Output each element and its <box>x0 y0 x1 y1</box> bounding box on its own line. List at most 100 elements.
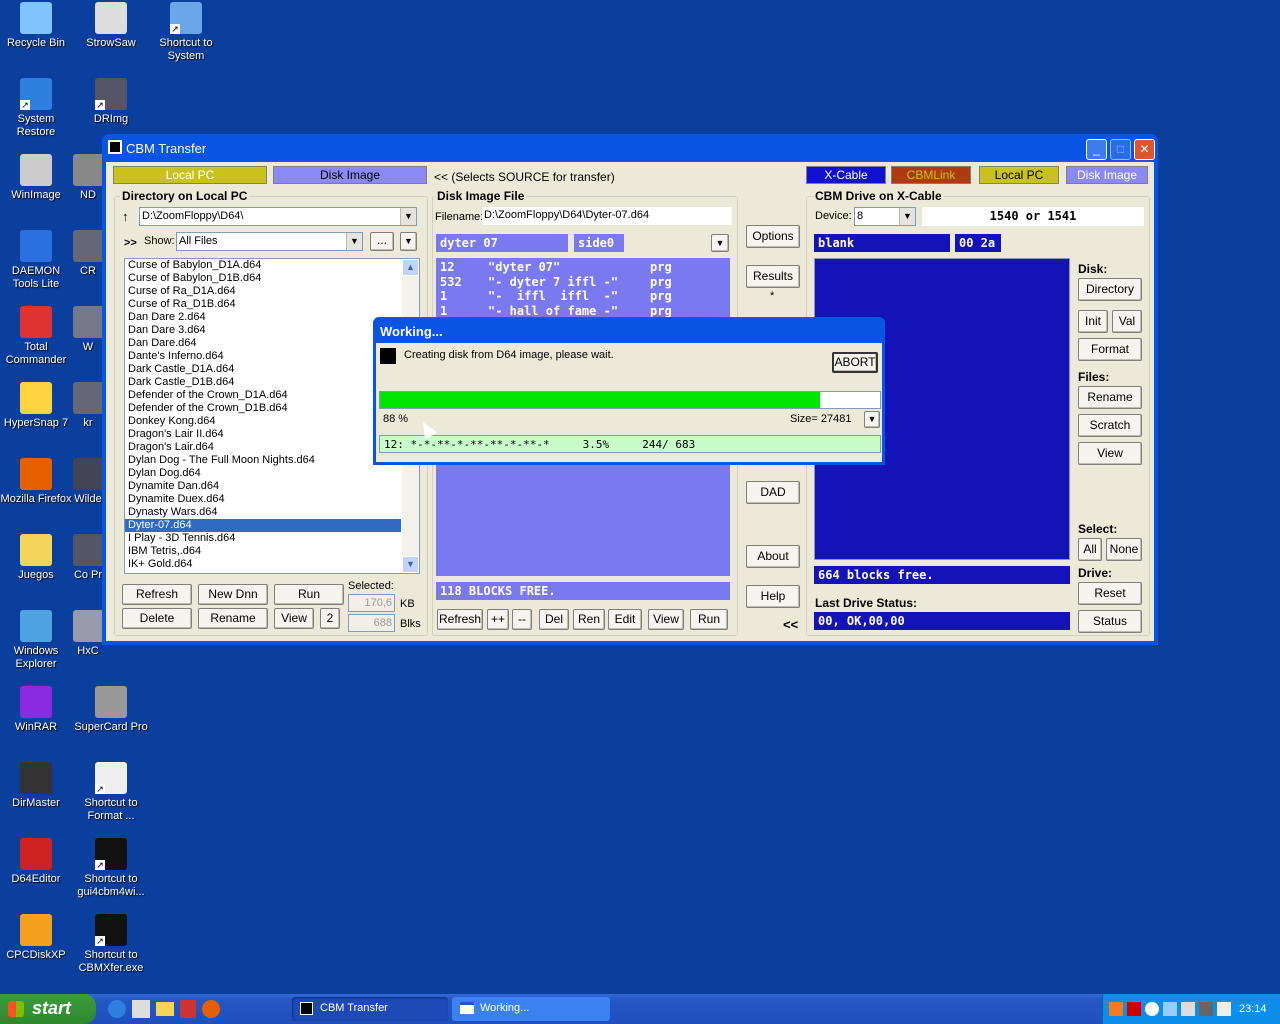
chevron-down-icon[interactable]: ▼ <box>400 208 416 225</box>
folder-icon[interactable] <box>156 1002 174 1016</box>
chevron-down-icon[interactable]: ▼ <box>899 208 915 225</box>
desktop-cpcdiskxp-shortcut[interactable]: CPCDiskXP <box>0 914 74 962</box>
file-list-item[interactable]: Dyter-07.d64 <box>125 519 401 532</box>
file-list-item[interactable]: IBM Tetris,.d64 <box>125 545 419 558</box>
scroll-down-button[interactable]: ▼ <box>402 556 419 573</box>
file-list-item[interactable]: Curse of Ra_D1A.d64 <box>125 285 419 298</box>
file-list-item[interactable]: Dylan Dog.d64 <box>125 467 419 480</box>
dest-disk-image-tab[interactable]: Disk Image <box>1066 166 1148 184</box>
desktop-cr-shortcut[interactable]: CR <box>73 230 103 278</box>
image-entry-row[interactable]: 532 "- dyter 7 iffl -" prg <box>440 275 726 290</box>
format-button[interactable]: Format <box>1078 338 1142 361</box>
image-list-dropdown[interactable]: ▼ <box>711 234 729 252</box>
ie-icon[interactable] <box>108 1000 126 1018</box>
init-button[interactable]: Init <box>1078 310 1108 333</box>
local-view-button[interactable]: View <box>274 608 314 629</box>
window-titlebar[interactable]: CBM Transfer _ □ ✕ <box>102 134 1158 162</box>
drive-view-button[interactable]: View <box>1078 442 1142 465</box>
select-none-button[interactable]: None <box>1106 538 1142 561</box>
dialog-title[interactable]: Working... <box>373 317 885 343</box>
file-list-item[interactable]: Dynamite Dan.d64 <box>125 480 419 493</box>
desktop-wilde-shortcut[interactable]: Wilde <box>73 458 103 506</box>
image-minusminus-button[interactable]: -- <box>512 609 532 630</box>
image-entry-row[interactable]: 12 "dyter 07" prg <box>440 260 726 275</box>
dest-local-pc-tab[interactable]: Local PC <box>979 166 1059 184</box>
image-run-button[interactable]: Run <box>690 609 728 630</box>
ati-icon[interactable] <box>1127 1002 1141 1016</box>
select-all-button[interactable]: All <box>1078 538 1102 561</box>
maximize-button[interactable]: □ <box>1110 139 1131 160</box>
image-entry-row[interactable]: 1 "- hall of fame -" prg <box>440 304 726 319</box>
desktop-folder-shortcut[interactable]: Juegos <box>0 534 74 582</box>
file-list-item[interactable]: Dynamite Duex.d64 <box>125 493 419 506</box>
desktop-nd-shortcut[interactable]: ND <box>73 154 103 202</box>
transfer-arrows[interactable]: << <box>783 617 798 632</box>
local-run-button[interactable]: Run <box>274 584 344 605</box>
desktop-kr-shortcut[interactable]: kr <box>73 382 103 430</box>
dad-button[interactable]: DAD <box>746 481 800 504</box>
desktop-w-shortcut[interactable]: W <box>73 306 103 354</box>
dest-cbmlink-tab[interactable]: CBMLink <box>891 166 971 184</box>
minimize-button[interactable]: _ <box>1086 139 1107 160</box>
up-arrow-icon[interactable]: ↑ <box>122 209 129 224</box>
results-button[interactable]: Results <box>746 265 800 288</box>
desktop-drimg-shortcut[interactable]: DRImg <box>73 78 149 126</box>
size-dropdown[interactable]: ▼ <box>864 411 880 428</box>
scratch-button[interactable]: Scratch <box>1078 414 1142 437</box>
desktop-format-shortcut-shortcut[interactable]: Shortcut to Format ... <box>73 762 149 823</box>
dest-xcable-tab[interactable]: X-Cable <box>806 166 886 184</box>
local-path-combo[interactable]: D:\ZoomFloppy\D64\ ▼ <box>139 207 417 226</box>
file-list-item[interactable]: Curse of Babylon_D1A.d64 <box>125 259 419 272</box>
desktop-d64editor-shortcut[interactable]: D64Editor <box>0 838 74 886</box>
image-view-button[interactable]: View <box>648 609 684 630</box>
abort-button[interactable]: ABORT <box>832 352 878 373</box>
local-delete-button[interactable]: Delete <box>122 608 192 629</box>
chevron-down-icon[interactable]: ▼ <box>346 233 362 250</box>
desktop-winimage-shortcut[interactable]: WinImage <box>0 154 74 202</box>
local-refresh-button[interactable]: Refresh <box>122 584 192 605</box>
scroll-up-button[interactable]: ▲ <box>402 259 419 276</box>
local-rename-button[interactable]: Rename <box>198 608 268 629</box>
file-list-item[interactable]: I Play - 3D Tennis.d64 <box>125 532 419 545</box>
firefox-icon[interactable] <box>202 1000 220 1018</box>
expand-label[interactable]: >> <box>124 237 137 249</box>
options-button[interactable]: Options <box>746 225 800 248</box>
desktop-strowsaw-shortcut[interactable]: StrowSaw <box>73 2 149 50</box>
desktop-dirmaster-shortcut[interactable]: DirMaster <box>0 762 74 810</box>
clock[interactable]: 23:14 <box>1239 1003 1267 1015</box>
help-button[interactable]: Help <box>746 585 800 608</box>
file-list-item[interactable]: Dynasty Wars.d64 <box>125 506 419 519</box>
local-new-dnn-button[interactable]: New Dnn <box>198 584 268 605</box>
image-entry-row[interactable]: 1 "- iffl iffl -" prg <box>440 289 726 304</box>
reset-button[interactable]: Reset <box>1078 582 1142 605</box>
close-button[interactable]: ✕ <box>1134 139 1155 160</box>
local-two-button[interactable]: 2 <box>320 608 340 629</box>
desktop-system-restore-shortcut[interactable]: System Restore <box>0 78 74 139</box>
volume-icon[interactable] <box>1217 1002 1231 1016</box>
desktop-hypersnap-shortcut[interactable]: HyperSnap 7 <box>0 382 74 430</box>
desktop-recycle-bin-shortcut[interactable]: Recycle Bin <box>0 2 74 50</box>
image-ren-button[interactable]: Ren <box>573 609 605 630</box>
desktop-hxc-shortcut[interactable]: HxC <box>73 610 103 658</box>
desktop-total-commander-shortcut[interactable]: Total Commander <box>0 306 74 367</box>
tray-icon[interactable] <box>1145 1002 1159 1016</box>
desktop-supercard-shortcut[interactable]: SuperCard Pro <box>73 686 149 734</box>
directory-button[interactable]: Directory <box>1078 278 1142 301</box>
about-button[interactable]: About <box>746 545 800 568</box>
task-cbm-transfer[interactable]: CBM Transfer <box>292 997 448 1021</box>
disk-icon[interactable] <box>180 1000 196 1018</box>
file-list-item[interactable]: Curse of Ra_D1B.d64 <box>125 298 419 311</box>
network-icon[interactable] <box>1181 1002 1195 1016</box>
tray-icon[interactable] <box>1109 1002 1123 1016</box>
desktop-daemon-tools-shortcut[interactable]: DAEMON Tools Lite <box>0 230 74 291</box>
app-icon[interactable] <box>132 1000 150 1018</box>
desktop-firefox-shortcut[interactable]: Mozilla Firefox <box>0 458 74 506</box>
drive-rename-button[interactable]: Rename <box>1078 386 1142 409</box>
image-del-button[interactable]: Del <box>539 609 569 630</box>
start-button[interactable]: start <box>0 994 96 1024</box>
task-working[interactable]: Working... <box>452 997 610 1021</box>
desktop-co-shortcut[interactable]: Co Pr <box>73 534 103 582</box>
browse-dropdown-button[interactable]: ▼ <box>400 232 417 251</box>
image-plusplus-button[interactable]: ++ <box>487 609 509 630</box>
desktop-cbmxfer-shortcut-shortcut[interactable]: Shortcut to CBMXfer.exe <box>73 914 149 975</box>
